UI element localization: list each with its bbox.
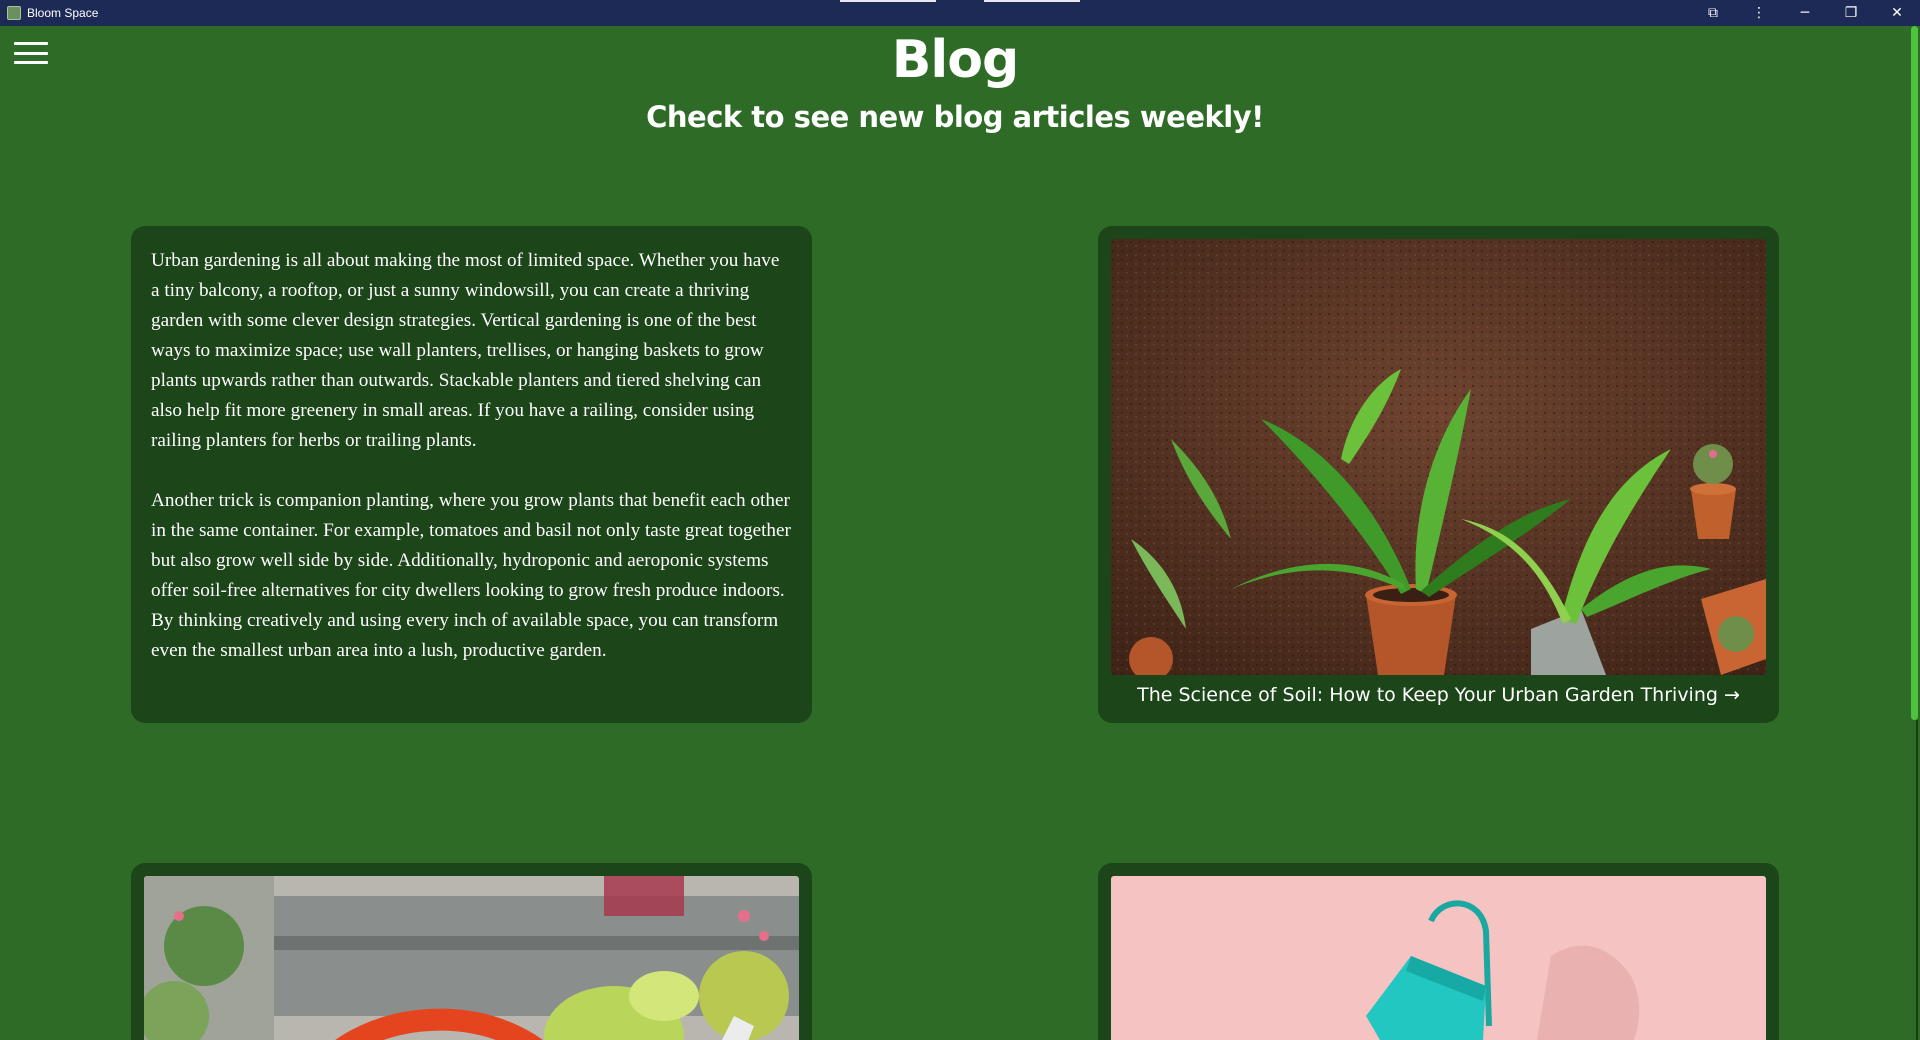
article-link-soil[interactable]: The Science of Soil: How to Keep Your Ur… — [1111, 684, 1766, 706]
maximize-button[interactable]: ❐ — [1828, 0, 1874, 26]
window-title: Bloom Space — [27, 6, 99, 20]
app-icon — [7, 6, 21, 20]
scrollbar-thumb[interactable] — [1911, 26, 1918, 720]
window-titlebar: Bloom Space ⧉ ⋮ ─ ❐ ✕ — [0, 0, 1920, 26]
article-paragraph: Urban gardening is all about making the … — [151, 250, 780, 451]
article-text-card: Urban gardening is all about making the … — [131, 226, 812, 723]
article-card-garden[interactable] — [131, 863, 812, 1040]
more-menu-icon[interactable]: ⋮ — [1736, 0, 1782, 26]
garden-watering-image — [144, 876, 799, 1040]
close-button[interactable]: ✕ — [1874, 0, 1920, 26]
scrollbar-track-lower — [1916, 720, 1918, 1040]
extensions-icon[interactable]: ⧉ — [1690, 0, 1736, 26]
teal-watering-can-image — [1111, 876, 1766, 1040]
page-title: Blog — [891, 30, 1019, 90]
soil-plants-image — [1111, 239, 1766, 675]
tab-indicator — [840, 0, 936, 2]
article-paragraph: Another trick is companion planting, whe… — [151, 490, 791, 661]
page-subtitle: Check to see new blog articles weekly! — [646, 100, 1264, 134]
minimize-button[interactable]: ─ — [1782, 0, 1828, 26]
article-card-watering[interactable] — [1098, 863, 1779, 1040]
tab-indicator — [984, 0, 1080, 2]
article-card-soil[interactable]: The Science of Soil: How to Keep Your Ur… — [1098, 226, 1779, 723]
